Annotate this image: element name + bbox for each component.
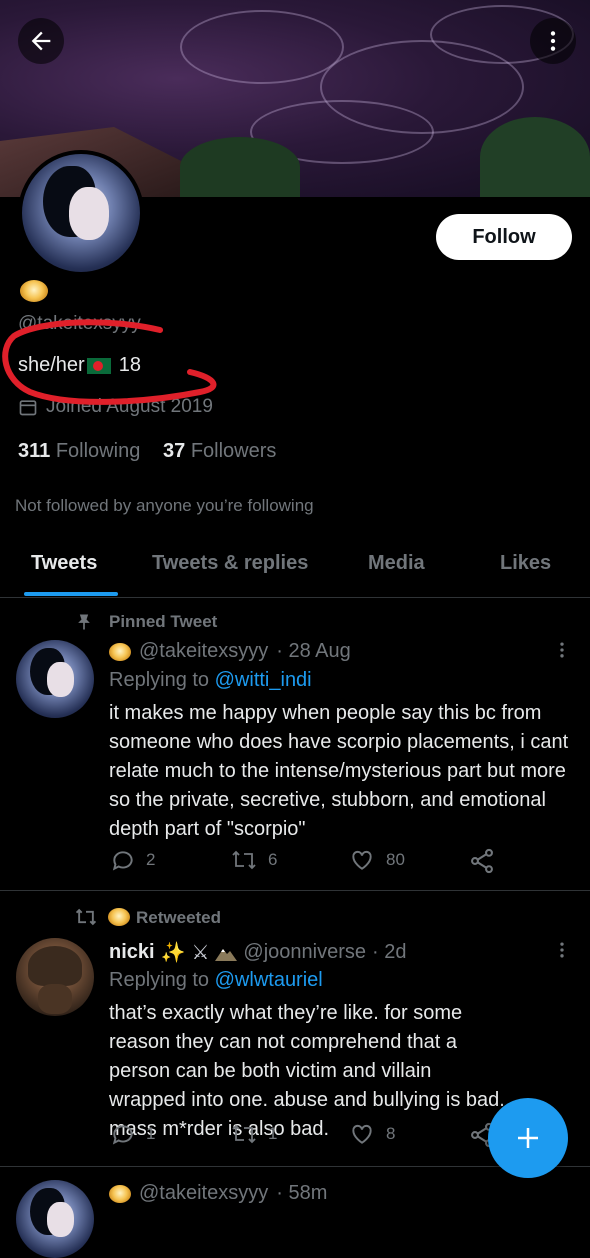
retweeter-emoji — [108, 908, 130, 926]
tweet-avatar[interactable] — [16, 938, 94, 1016]
tab-likes[interactable]: Likes — [500, 552, 551, 575]
tweet-handle[interactable]: @takeitexsyyy — [139, 1182, 268, 1205]
mountain-icon — [215, 948, 238, 961]
tweet-time: · 58m — [276, 1182, 328, 1204]
heart-icon — [352, 1124, 372, 1144]
replying-to: Replying to @witti_indi — [109, 669, 312, 691]
tweet-time: · 28 Aug — [276, 640, 351, 662]
replying-to-link[interactable]: @witti_indi — [215, 669, 312, 691]
active-tab-indicator — [24, 592, 118, 596]
reply-icon — [112, 851, 133, 871]
tweet-header: @takeitexsyyy · 58m — [109, 1182, 327, 1205]
reply-icon — [112, 1125, 133, 1145]
back-button[interactable] — [18, 18, 64, 64]
crossed-swords-icon: ⚔ — [191, 942, 210, 964]
tweet-context: Pinned Tweet — [109, 612, 218, 631]
like-button[interactable]: 80 — [348, 847, 405, 873]
author-emoji — [109, 642, 131, 661]
tab-tweets[interactable]: Tweets — [31, 552, 97, 575]
tweet-handle[interactable]: @takeitexsyyy — [139, 640, 268, 663]
plus-icon — [518, 1128, 538, 1148]
display-name-emoji — [20, 280, 48, 302]
tweet-author-name[interactable]: nicki — [109, 941, 155, 964]
followed-by-note: Not followed by anyone you’re following — [15, 496, 314, 515]
following-stat[interactable]: 311 Following — [18, 440, 140, 463]
tweet-header: @takeitexsyyy · 28 Aug — [109, 640, 351, 663]
tweet-more-icon[interactable] — [552, 938, 572, 962]
retweeted-icon — [75, 908, 97, 926]
tweet-text: that’s exactly what they’re like. for so… — [109, 1002, 505, 1140]
sparkles-icon: ✨ — [160, 942, 186, 964]
tweet-handle[interactable]: @joonniverse — [243, 941, 366, 964]
highlight-annotation — [2, 319, 217, 405]
more-vertical-icon — [550, 31, 556, 51]
arrow-left-icon — [31, 31, 51, 51]
tab-media[interactable]: Media — [368, 552, 425, 575]
tweet-avatar[interactable] — [16, 1180, 94, 1258]
tweet-time: · 2d — [372, 941, 407, 963]
replying-to: Replying to @wlwtauriel — [109, 969, 323, 991]
share-icon[interactable] — [468, 847, 496, 875]
tab-tweets-replies[interactable]: Tweets & replies — [152, 552, 308, 575]
retweet-icon — [232, 1124, 256, 1144]
tweet-text: it makes me happy when people say this b… — [109, 702, 569, 840]
replying-to-link[interactable]: @wlwtauriel — [215, 969, 323, 991]
retweet-button[interactable]: 1 — [230, 1121, 277, 1147]
tweet-more-icon[interactable] — [552, 638, 572, 662]
follow-button[interactable]: Follow — [436, 214, 572, 260]
followers-stat[interactable]: 37 Followers — [163, 440, 276, 463]
tweet-context: Retweeted — [136, 908, 222, 927]
more-button[interactable] — [530, 18, 576, 64]
reply-button[interactable]: 1 — [110, 1121, 155, 1147]
profile-avatar[interactable] — [18, 150, 144, 276]
heart-icon — [352, 850, 372, 870]
pin-icon — [78, 614, 90, 630]
reply-button[interactable]: 2 — [110, 847, 155, 873]
tweet-avatar[interactable] — [16, 640, 94, 718]
like-button[interactable]: 8 — [348, 1121, 395, 1147]
retweet-icon — [232, 850, 256, 870]
tweet-header: nicki ✨ ⚔ @joonniverse · 2d — [109, 940, 406, 965]
compose-tweet-button[interactable] — [488, 1098, 568, 1178]
retweet-button[interactable]: 6 — [230, 847, 277, 873]
